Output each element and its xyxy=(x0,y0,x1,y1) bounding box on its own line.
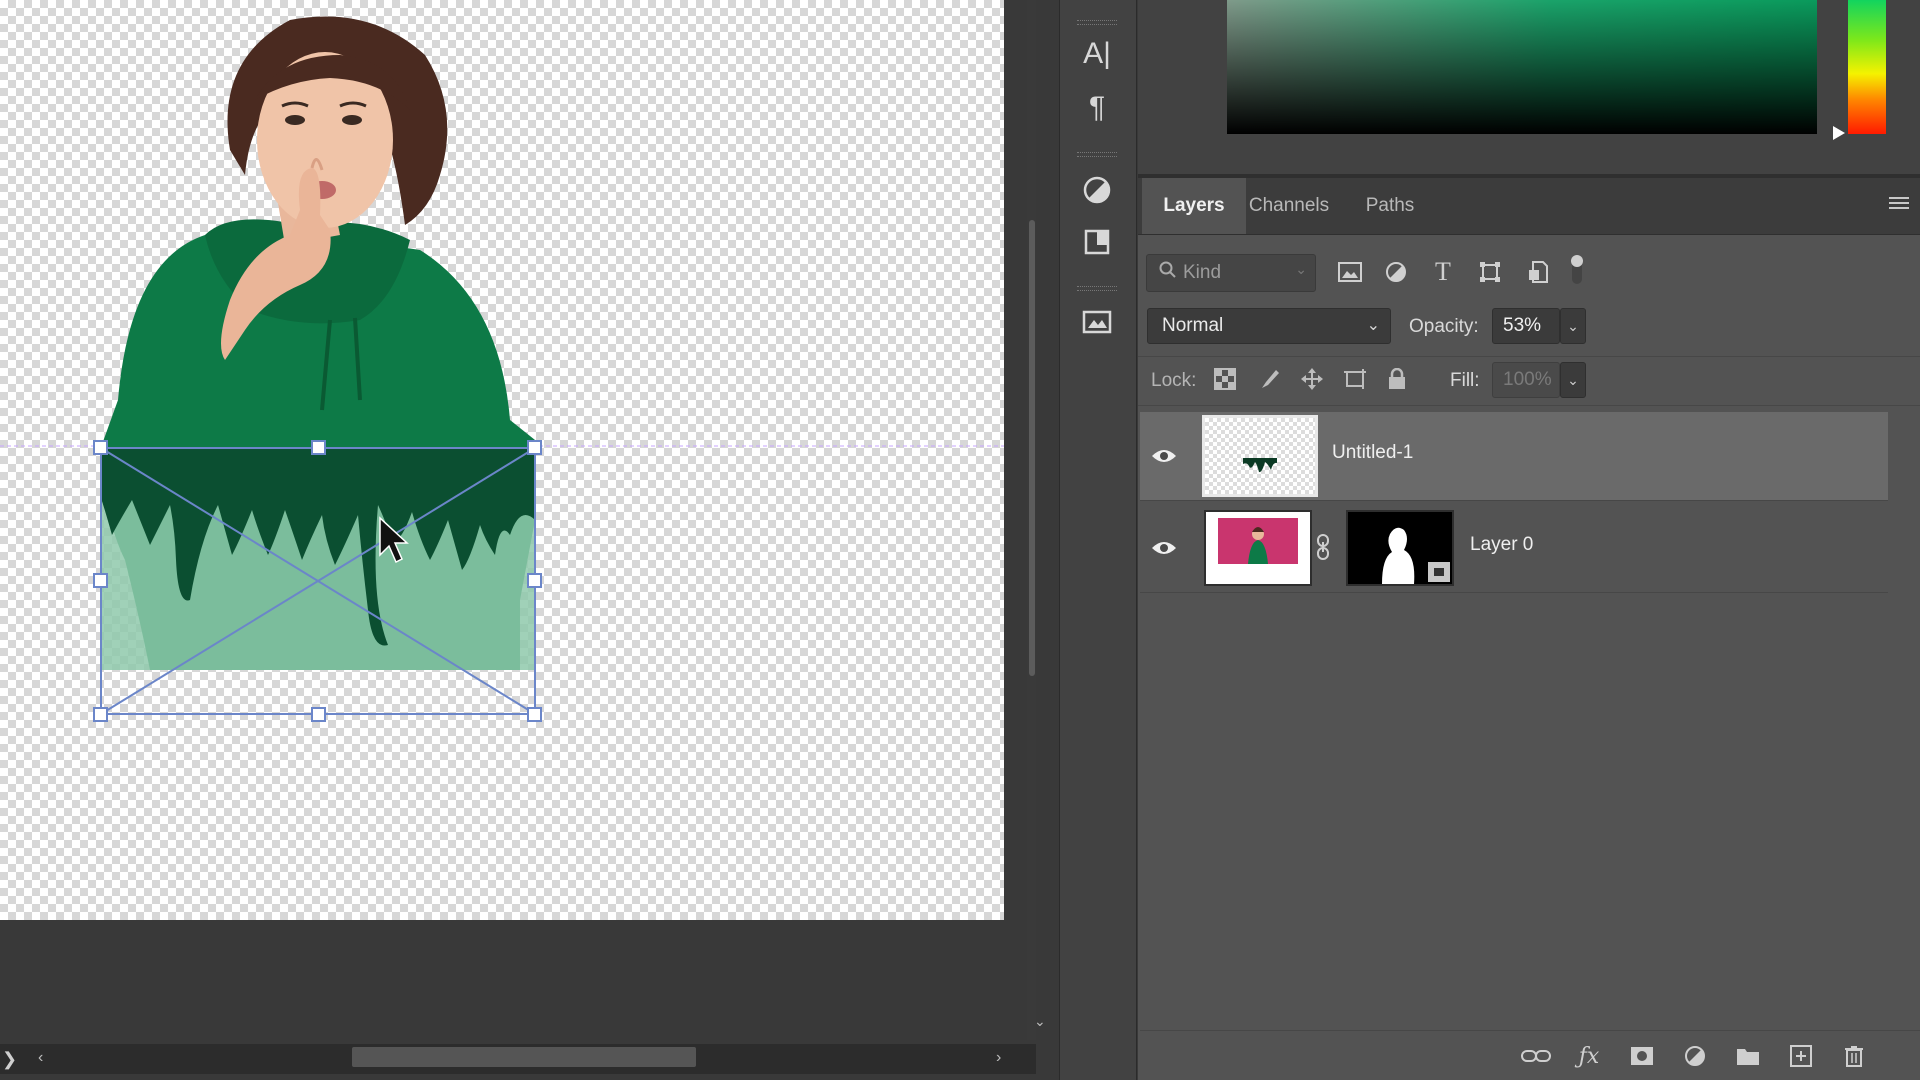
vertical-scroll-thumb[interactable] xyxy=(1029,220,1035,676)
fill-label: Fill: xyxy=(1450,370,1480,391)
chevron-down-icon: ⌄ xyxy=(1295,261,1307,277)
lock-pixels-icon[interactable] xyxy=(1254,364,1284,394)
new-adjustment-icon[interactable] xyxy=(1679,1040,1711,1072)
blend-mode-value: Normal xyxy=(1162,315,1224,336)
tab-channels[interactable]: Channels xyxy=(1246,178,1332,234)
hue-marker[interactable] xyxy=(1833,126,1845,140)
shape-filter-icon[interactable] xyxy=(1474,256,1506,288)
paragraph-icon[interactable]: ¶ xyxy=(1079,90,1115,126)
visibility-eye-icon[interactable] xyxy=(1150,538,1178,558)
layer-name[interactable]: Untitled-1 xyxy=(1332,442,1413,464)
adjustments-icon[interactable] xyxy=(1079,172,1115,208)
tab-layers[interactable]: Layers xyxy=(1142,178,1246,234)
kind-filter-select[interactable]: Kind ⌄ xyxy=(1146,254,1316,292)
new-layer-icon[interactable] xyxy=(1785,1040,1817,1072)
layer-row-untitled-1[interactable]: Untitled-1 xyxy=(1140,412,1888,501)
layer-name[interactable]: Layer 0 xyxy=(1470,534,1533,556)
opacity-label: Opacity: xyxy=(1409,316,1479,337)
lock-transparent-icon[interactable] xyxy=(1210,364,1240,394)
fill-value: 100% xyxy=(1503,369,1552,390)
image-frame-icon[interactable] xyxy=(1079,304,1115,340)
lock-artboard-icon[interactable] xyxy=(1340,364,1370,394)
swatch-library-icon[interactable] xyxy=(1079,224,1115,260)
panel-icon-strip xyxy=(1059,0,1137,1080)
color-field[interactable] xyxy=(1227,0,1817,134)
layer-thumbnail[interactable] xyxy=(1204,510,1312,586)
document-area: ⌄ ‹ › ❯ xyxy=(0,0,1046,1080)
layer-mask-thumbnail[interactable] xyxy=(1346,510,1454,586)
image-filter-icon[interactable] xyxy=(1334,256,1366,288)
lock-label: Lock: xyxy=(1151,370,1197,391)
kind-filter-label: Kind xyxy=(1183,262,1222,283)
character-icon[interactable]: A| xyxy=(1079,36,1115,72)
smart-object-filter-icon[interactable] xyxy=(1522,256,1554,288)
strip-grip-2[interactable] xyxy=(1077,152,1117,157)
visibility-eye-icon[interactable] xyxy=(1150,446,1178,466)
scroll-left-icon[interactable]: ‹ xyxy=(38,1049,43,1067)
tab-paths[interactable]: Paths xyxy=(1350,178,1430,234)
expand-panel-icon[interactable]: ❯ xyxy=(2,1049,17,1070)
lock-position-icon[interactable] xyxy=(1297,364,1327,394)
fill-dropdown-button[interactable]: ⌄ xyxy=(1560,362,1586,398)
scroll-down-icon[interactable]: ⌄ xyxy=(1034,1013,1046,1030)
canvas-artwork xyxy=(0,16,1004,722)
adjustment-filter-icon[interactable] xyxy=(1380,256,1412,288)
opacity-value: 53% xyxy=(1503,315,1542,336)
scroll-right-icon[interactable]: › xyxy=(996,1049,1001,1067)
mask-link-icon[interactable] xyxy=(1316,534,1330,566)
layer-row-layer-0[interactable]: Layer 0 xyxy=(1140,504,1888,593)
new-group-icon[interactable] xyxy=(1732,1040,1764,1072)
search-icon xyxy=(1159,261,1177,285)
fill-input[interactable]: 100% xyxy=(1492,362,1560,398)
horizontal-scroll-thumb[interactable] xyxy=(352,1047,696,1067)
photoshop-workspace: ⌄ ‹ › ❯ A| ¶ Layers Channels Paths Kind … xyxy=(0,0,1920,1080)
fx-icon[interactable]: ƒx xyxy=(1573,1040,1605,1072)
blend-mode-select[interactable]: Normal ⌄ xyxy=(1147,308,1391,344)
strip-grip-3[interactable] xyxy=(1077,286,1117,291)
link-layers-icon[interactable] xyxy=(1520,1040,1552,1072)
hue-slider[interactable] xyxy=(1848,0,1886,134)
lock-all-icon[interactable] xyxy=(1382,364,1412,394)
add-mask-icon[interactable] xyxy=(1626,1040,1658,1072)
opacity-input[interactable]: 53% xyxy=(1492,308,1560,344)
filter-toggle-switch[interactable] xyxy=(1570,254,1584,286)
chevron-down-icon: ⌄ xyxy=(1366,317,1380,334)
delete-layer-icon[interactable] xyxy=(1838,1040,1870,1072)
type-filter-icon[interactable]: T xyxy=(1427,256,1459,288)
panel-menu-icon[interactable] xyxy=(1889,197,1909,213)
opacity-dropdown-button[interactable]: ⌄ xyxy=(1560,308,1586,344)
strip-grip[interactable] xyxy=(1077,20,1117,25)
layer-thumbnail[interactable] xyxy=(1202,415,1318,497)
